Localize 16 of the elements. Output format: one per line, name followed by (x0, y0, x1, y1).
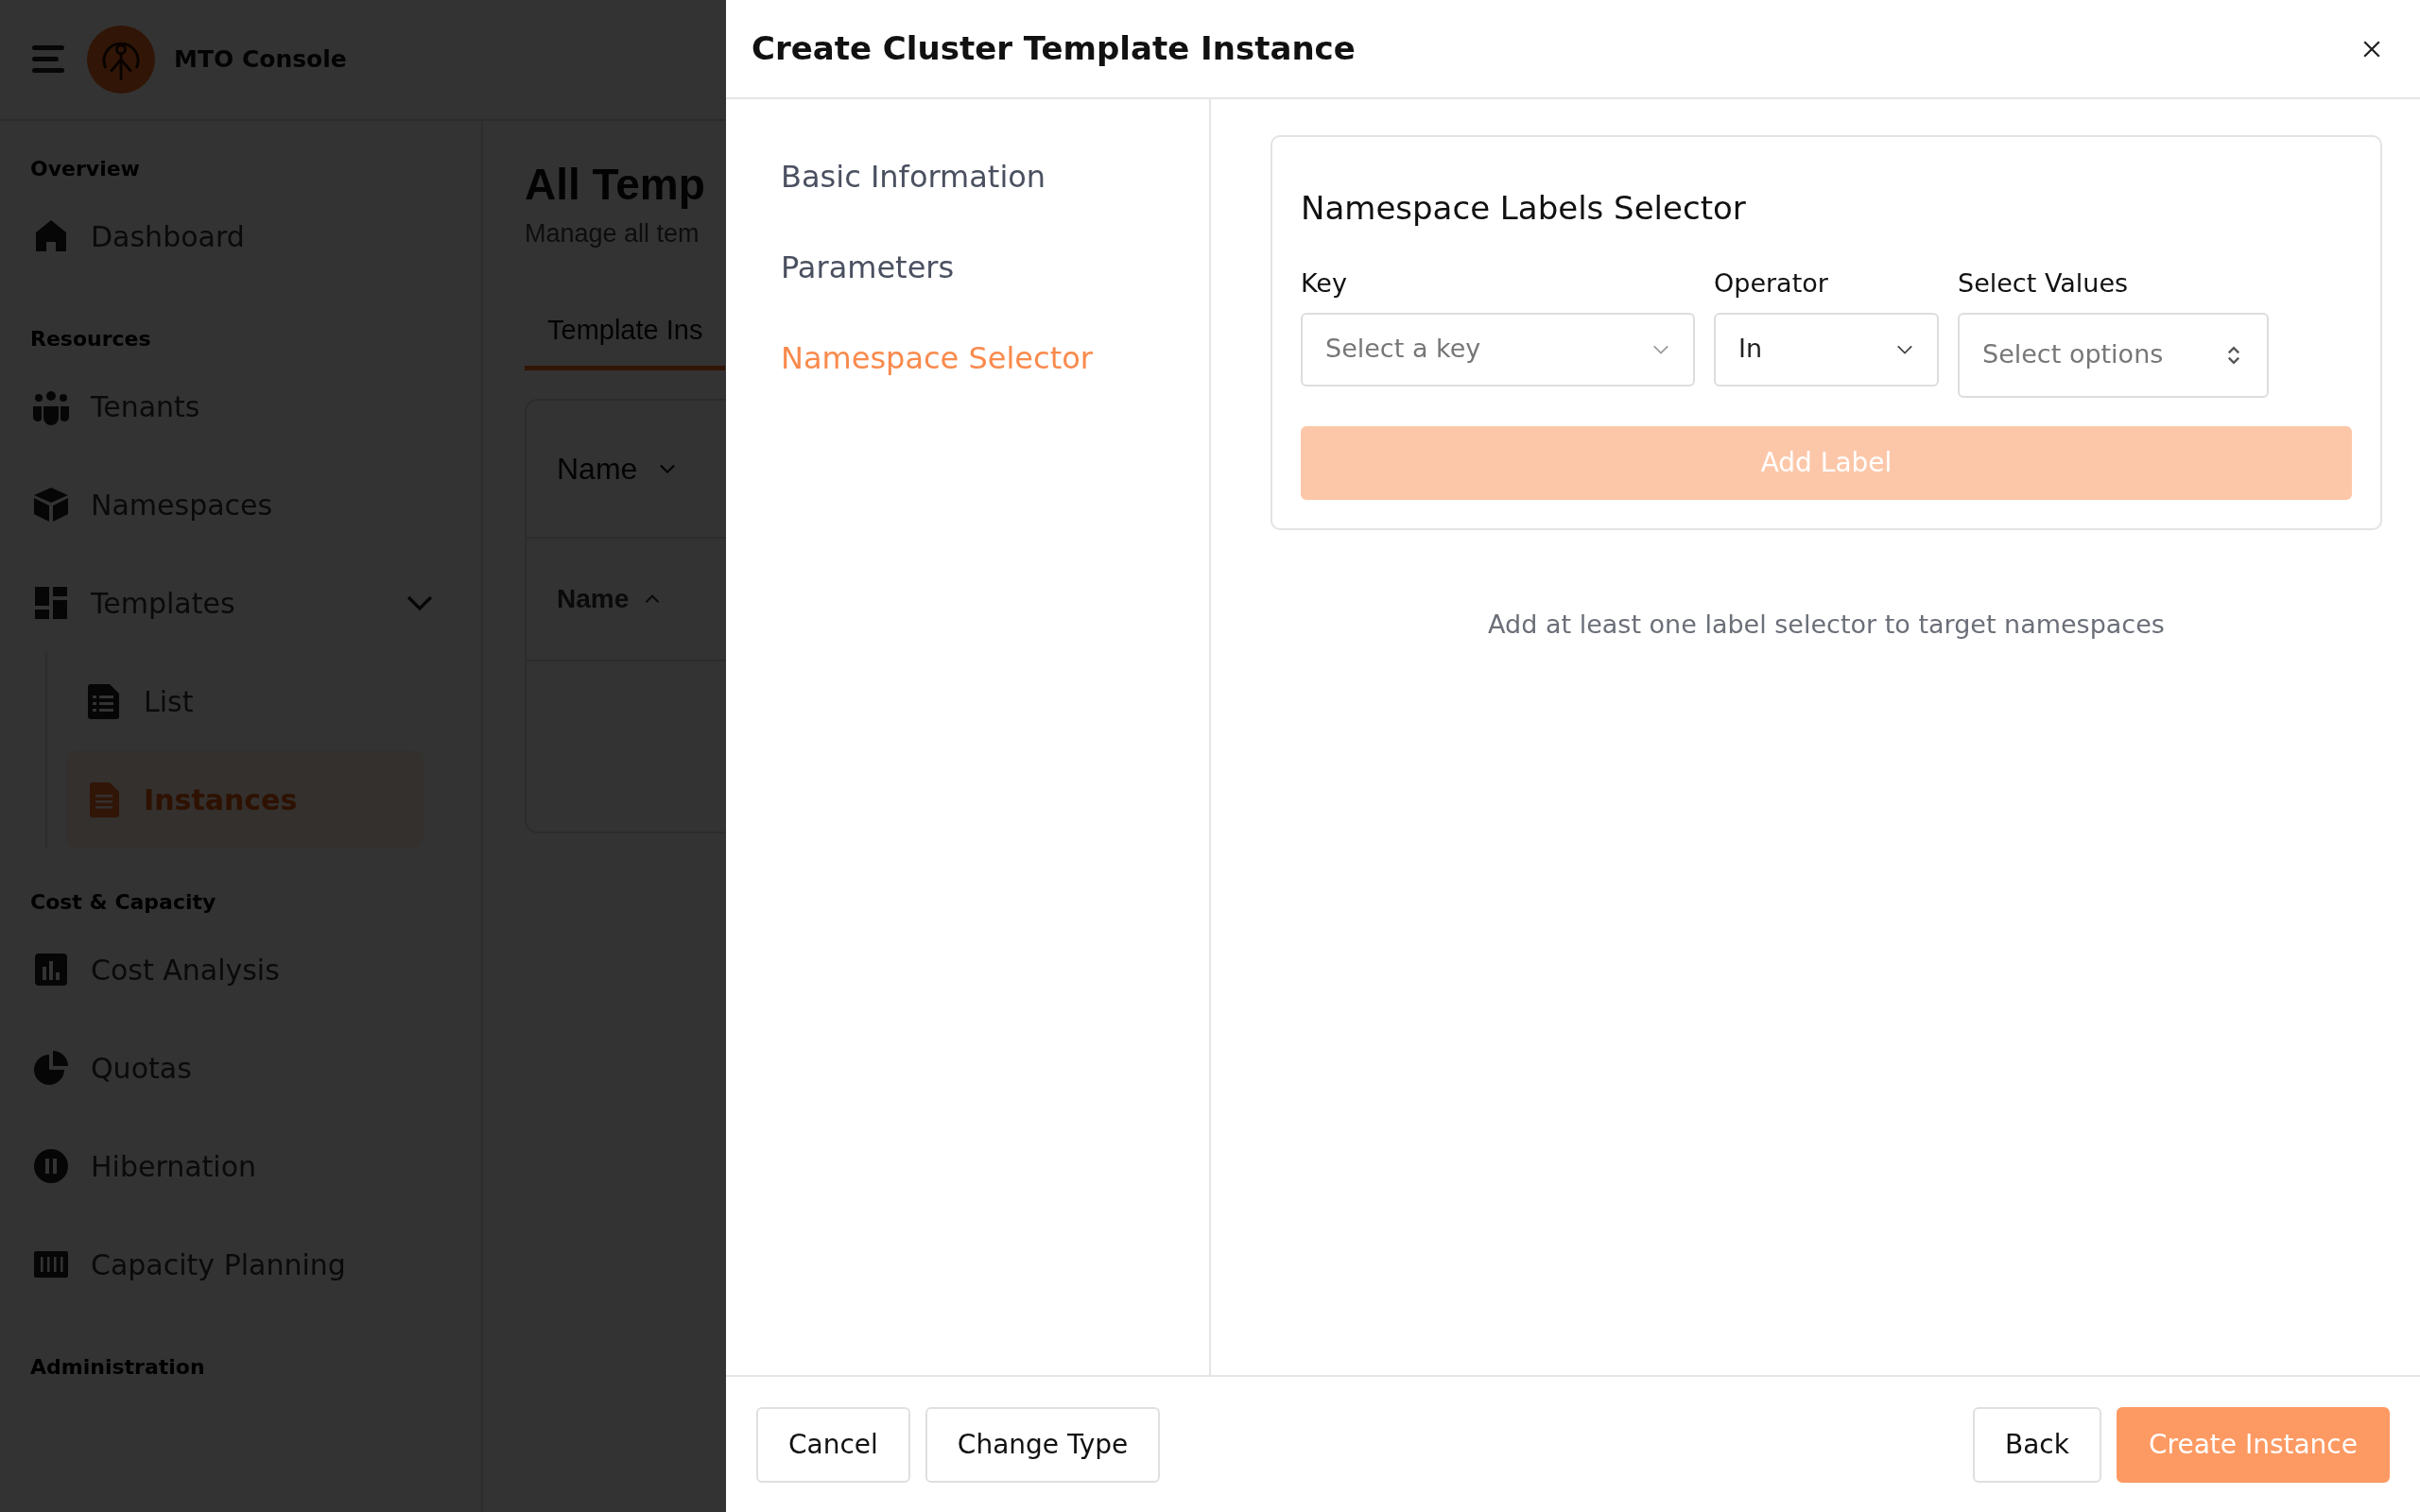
footer-button[interactable]: Create Instance (2116, 1406, 2390, 1483)
select-field[interactable]: Select a key (1301, 312, 1695, 387)
field-label: Select Values (1958, 267, 2130, 300)
select-field[interactable]: In (1714, 312, 1939, 387)
step-link[interactable]: Parameters (781, 222, 955, 313)
section-title: Namespace Labels Selector (1301, 188, 1747, 229)
footer-button[interactable]: Back (1972, 1406, 2101, 1483)
footer-button[interactable]: Cancel (756, 1406, 910, 1483)
step-link[interactable]: Basic Information (781, 131, 1046, 222)
field-label: Operator (1714, 267, 1829, 300)
multiselect-field[interactable]: Select options (1958, 312, 2269, 398)
dialog-title: Create Cluster Template Instance (752, 28, 1356, 69)
footer-button[interactable]: Change Type (925, 1406, 1161, 1483)
hint-text: Add at least one label selector to target namespaces (1487, 608, 2166, 641)
step-link[interactable]: Namespace Selector (781, 313, 1093, 404)
field-label: Key (1301, 267, 1348, 300)
